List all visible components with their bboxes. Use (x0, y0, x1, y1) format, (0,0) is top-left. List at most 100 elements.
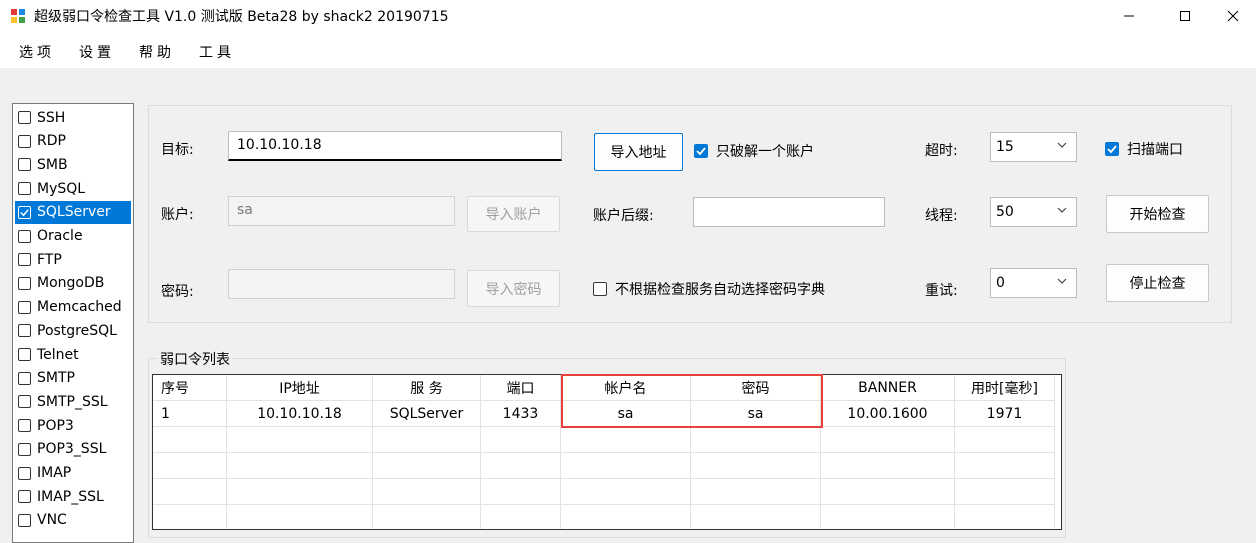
empty-cell (561, 479, 691, 505)
service-item-ftp[interactable]: FTP (15, 248, 131, 271)
empty-cell (481, 427, 561, 453)
empty-cell (955, 505, 1055, 529)
service-item-label: SQLServer (37, 204, 111, 221)
column-header[interactable]: 用时[毫秒] (955, 375, 1055, 401)
checkbox-unchecked-icon (18, 253, 31, 267)
service-item-memcached[interactable]: Memcached (15, 296, 131, 319)
service-item-mongodb[interactable]: MongoDB (15, 272, 131, 295)
service-item-pop3[interactable]: POP3 (15, 414, 131, 437)
empty-cell (691, 505, 821, 529)
empty-cell (373, 479, 481, 505)
menu-settings[interactable]: 设置 (79, 42, 115, 62)
empty-cell (561, 453, 691, 479)
column-header[interactable]: 端口 (481, 375, 561, 401)
service-item-label: VNC (37, 512, 67, 529)
threads-select[interactable]: 50 (990, 197, 1077, 227)
service-item-label: SMB (37, 156, 68, 173)
table-cell: sa (691, 401, 821, 427)
checkbox-unchecked-icon (18, 466, 31, 480)
start-check-button[interactable]: 开始检查 (1106, 195, 1209, 233)
service-item-label: IMAP (37, 465, 72, 481)
results-table[interactable]: 序号 IP地址服 务端口 帐户名 密码 BANNER 用时[毫秒] 1 10.10.10.18… (152, 374, 1062, 530)
column-header[interactable]: 序号 (153, 375, 227, 401)
service-item-label: SMTP_SSL (37, 393, 108, 410)
import-address-button[interactable]: 导入地址 (594, 133, 683, 171)
empty-cell (821, 427, 955, 453)
service-item-label: MongoDB (37, 275, 105, 292)
window-title: 超级弱口令检查工具 V1.0 测试版 Beta28 by shack2 2019… (34, 9, 449, 25)
service-item-mysql[interactable]: MySQL (15, 177, 131, 200)
empty-cell (227, 479, 373, 505)
column-header[interactable]: BANNER (821, 375, 955, 401)
service-item-telnet[interactable]: Telnet (15, 343, 131, 366)
empty-cell (153, 453, 227, 479)
table-cell: 10.00.1600 (821, 401, 955, 427)
empty-cell (153, 479, 227, 505)
checkbox-unchecked-icon (18, 490, 31, 504)
column-header[interactable]: 密码 (691, 375, 821, 401)
account-suffix-input[interactable] (693, 197, 885, 227)
timeout-select[interactable]: 15 (990, 132, 1077, 162)
service-item-label: RDP (37, 133, 66, 150)
crack-one-account-checkbox[interactable]: 只破解一个账户 (694, 141, 814, 161)
service-item-ssh[interactable]: SSH (15, 106, 131, 129)
service-item-label: Oracle (37, 228, 83, 244)
table-cell: 1433 (481, 401, 561, 427)
empty-cell (373, 505, 481, 529)
service-item-label: POP3 (37, 417, 74, 434)
service-item-smtp_ssl[interactable]: SMTP_SSL (15, 390, 131, 413)
checkbox-unchecked-icon (18, 513, 31, 527)
service-checklist[interactable]: SSH RDP SMB MySQL SQLServer Oracle FTP MongoDB M… (12, 103, 134, 543)
password-label: 密码: (161, 284, 194, 300)
app-icon (11, 9, 25, 23)
retry-select[interactable]: 0 (990, 268, 1077, 298)
threads-label: 线程: (925, 208, 958, 224)
service-item-smb[interactable]: SMB (15, 153, 131, 176)
import-account-button[interactable]: 导入账户 (467, 196, 560, 232)
service-item-label: SMTP (37, 370, 75, 387)
service-item-label: Memcached (37, 299, 122, 316)
menu-options[interactable]: 选项 (19, 42, 55, 62)
checkbox-unchecked-icon (593, 282, 607, 296)
service-item-imap_ssl[interactable]: IMAP_SSL (15, 485, 131, 508)
table-cell: 1971 (955, 401, 1055, 427)
empty-cell (153, 505, 227, 529)
import-password-button[interactable]: 导入密码 (467, 270, 560, 307)
retry-value: 0 (996, 275, 1005, 291)
empty-cell (227, 427, 373, 453)
menu-tools[interactable]: 工具 (199, 42, 235, 62)
service-item-vnc[interactable]: VNC (15, 509, 131, 532)
column-header[interactable]: 服 务 (373, 375, 481, 401)
account-input[interactable]: sa (228, 196, 455, 226)
password-input[interactable] (228, 269, 455, 299)
checkbox-unchecked-icon (18, 348, 31, 361)
service-item-rdp[interactable]: RDP (15, 130, 131, 153)
maximize-button[interactable] (1162, 0, 1208, 32)
table-cell: sa (561, 401, 691, 427)
scan-port-checkbox[interactable]: 扫描端口 (1105, 139, 1183, 159)
service-item-pop3_ssl[interactable]: POP3_SSL (15, 438, 131, 461)
no-auto-dict-checkbox[interactable]: 不根据检查服务自动选择密码字典 (593, 279, 825, 299)
service-item-smtp[interactable]: SMTP (15, 367, 131, 390)
menu-help[interactable]: 帮助 (139, 42, 175, 62)
empty-cell (821, 479, 955, 505)
service-item-imap[interactable]: IMAP (15, 462, 131, 485)
stop-check-button[interactable]: 停止检查 (1106, 264, 1209, 302)
service-item-oracle[interactable]: Oracle (15, 225, 131, 248)
table-cell: SQLServer (373, 401, 481, 427)
service-item-sqlserver[interactable]: SQLServer (15, 200, 131, 224)
empty-cell (821, 505, 955, 529)
chevron-down-icon (1056, 275, 1068, 291)
minimize-button[interactable] (1106, 0, 1152, 32)
checkbox-unchecked-icon (18, 371, 31, 385)
column-header[interactable]: IP地址 (227, 375, 373, 401)
column-header[interactable]: 帐户名 (561, 375, 691, 401)
close-button[interactable] (1210, 0, 1256, 32)
checkbox-unchecked-icon (18, 229, 31, 243)
target-label: 目标: (161, 142, 194, 158)
target-input[interactable]: 10.10.10.18 (228, 131, 562, 161)
service-item-label: MySQL (37, 180, 86, 197)
service-item-postgresql[interactable]: PostgreSQL (15, 319, 131, 342)
table-cell: 1 (153, 401, 227, 427)
checkbox-unchecked-icon (18, 442, 31, 456)
